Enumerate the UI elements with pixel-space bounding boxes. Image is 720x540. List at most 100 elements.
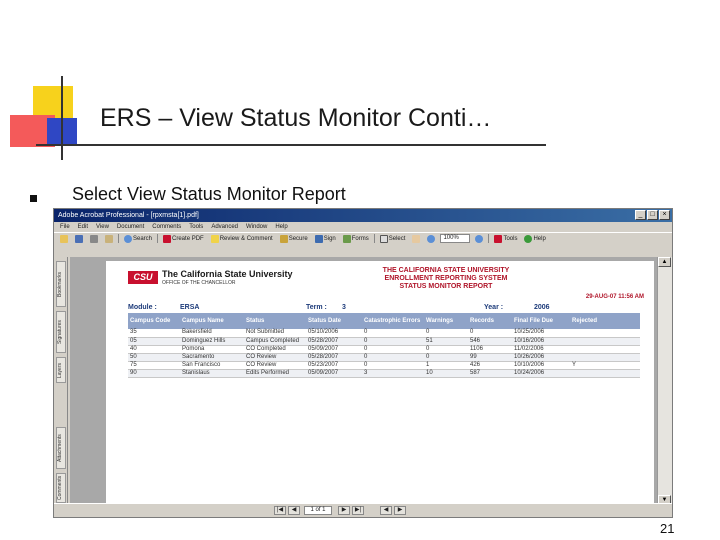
menu-tools[interactable]: Tools [189,222,203,232]
cell-status-date: 05/09/2007 [306,369,362,378]
cell-status-date: 05/23/2007 [306,361,362,370]
prev-page-button[interactable]: ◀ [288,506,300,515]
hand-tool-button[interactable] [410,234,422,243]
save-icon [75,234,83,243]
table-row: 05 Dominguez Hills Campus Completed 05/2… [128,337,640,346]
menu-bar: File Edit View Document Comments Tools A… [54,222,672,232]
csu-logo: CSU [128,271,158,284]
maximize-button[interactable]: □ [647,210,658,220]
first-page-button[interactable]: |◀ [274,506,286,515]
menu-view[interactable]: View [96,222,109,232]
cell-warnings: 1 [424,361,468,370]
zoom-out-button[interactable] [473,234,485,243]
table-row: 90 Stanislaus Edits Performed 05/09/2007… [128,369,640,378]
secure-label: Secure [288,235,308,242]
zoom-combo[interactable]: 100% [440,234,471,243]
cell-rejected [570,345,640,354]
toolbar-separator [488,234,490,243]
cell-campus-code: 50 [128,353,180,362]
year-label: Year : [484,304,504,311]
forms-button[interactable]: Forms [341,234,371,243]
last-page-button[interactable]: ▶| [352,506,364,515]
cell-rejected: Y [570,361,640,370]
back-arrow-icon: ◀ [383,507,389,513]
menu-document[interactable]: Document [117,222,144,232]
csu-name: The California State University [162,269,293,279]
menu-help[interactable]: Help [275,222,287,232]
review-label: Review & Comment [219,235,273,242]
minimize-button[interactable]: _ [635,210,646,220]
help-button[interactable]: Help [522,234,547,243]
report-title-line-2: ENROLLMENT REPORTING SYSTEM [384,275,508,282]
select-tool-button[interactable]: Select [378,234,408,243]
email-icon [105,234,113,243]
window-controls: _ □ × [635,210,670,220]
cell-campus-code: 90 [128,369,180,378]
select-label: Select [388,235,406,242]
report-meta: Module : ERSA Term : 3 Year : 2006 [128,304,640,312]
menu-advanced[interactable]: Advanced [211,222,238,232]
window-titlebar: Adobe Acrobat Professional - [rpxmsta[1]… [54,209,672,222]
cell-rejected [570,337,640,346]
decor-vertical-line [61,76,63,160]
document-area[interactable]: CSU The California State University OFFI… [70,257,658,505]
cell-status: Edits Performed [244,369,306,378]
page-number-field[interactable]: 1 of 1 [304,506,332,515]
previous-view-button[interactable]: ◀ [380,506,392,515]
menu-file[interactable]: File [60,222,70,232]
cell-campus-name: Bakersfield [180,329,244,338]
close-button[interactable]: × [659,210,670,220]
cell-catastrophic-errors: 0 [362,361,424,370]
secure-button[interactable]: Secure [278,234,310,243]
save-button[interactable] [73,234,85,243]
open-button[interactable] [58,234,70,243]
tab-comments[interactable]: Comments [56,473,66,503]
cell-warnings: 0 [424,353,468,362]
tab-signatures[interactable]: Signatures [56,311,66,353]
cell-campus-name: Stanislaus [180,369,244,378]
cell-final-file-due: 10/16/2006 [512,337,570,346]
tab-layers[interactable]: Layers [56,357,66,383]
tab-attachments[interactable]: Attachments [56,427,66,469]
next-view-button[interactable]: ▶ [394,506,406,515]
tools-button[interactable]: Tools [492,234,519,243]
status-bar: |◀ ◀ 1 of 1 ▶ ▶| ◀ ▶ [54,503,672,517]
toolbar: Search Create PDF Review & Comment Secur… [54,232,672,244]
cell-campus-code: 75 [128,361,180,370]
cell-final-file-due: 10/10/2006 [512,361,570,370]
cell-status-date: 05/10/2006 [306,329,362,338]
text-select-icon [379,234,388,243]
print-button[interactable] [88,234,100,243]
cell-status: CO Review [244,353,306,362]
tab-bookmarks[interactable]: Bookmarks [56,261,66,307]
decor-horizontal-line [36,144,546,146]
search-button[interactable]: Search [122,234,154,243]
cell-status-date: 05/28/2007 [306,353,362,362]
zoom-in-button[interactable] [425,234,437,243]
next-page-button[interactable]: ▶ [338,506,350,515]
cell-status: CO Completed [244,345,306,354]
cell-records: 546 [468,337,512,346]
col-warnings: Warnings [424,313,468,329]
cell-records: 99 [468,353,512,362]
cell-status: Not Submitted [244,329,306,338]
hand-icon [412,234,421,243]
create-pdf-button[interactable]: Create PDF [161,234,206,243]
cell-campus-name: San Francisco [180,361,244,370]
menu-edit[interactable]: Edit [78,222,88,232]
menu-comments[interactable]: Comments [152,222,181,232]
vertical-scrollbar[interactable]: ▲ ▼ [657,257,672,505]
sign-button[interactable]: Sign [313,234,338,243]
cell-catastrophic-errors: 0 [362,353,424,362]
cell-campus-name: Pomona [180,345,244,354]
year-value: 2006 [534,304,550,311]
email-button[interactable] [103,234,115,243]
zoom-in-icon [427,234,436,243]
search-icon [124,234,132,243]
cell-status: CO Review [244,361,306,370]
menu-window[interactable]: Window [246,222,267,232]
review-comment-button[interactable]: Review & Comment [209,234,275,243]
cell-catastrophic-errors: 3 [362,369,424,378]
scroll-up-arrow-icon[interactable]: ▲ [658,257,671,267]
cell-warnings: 0 [424,329,468,338]
